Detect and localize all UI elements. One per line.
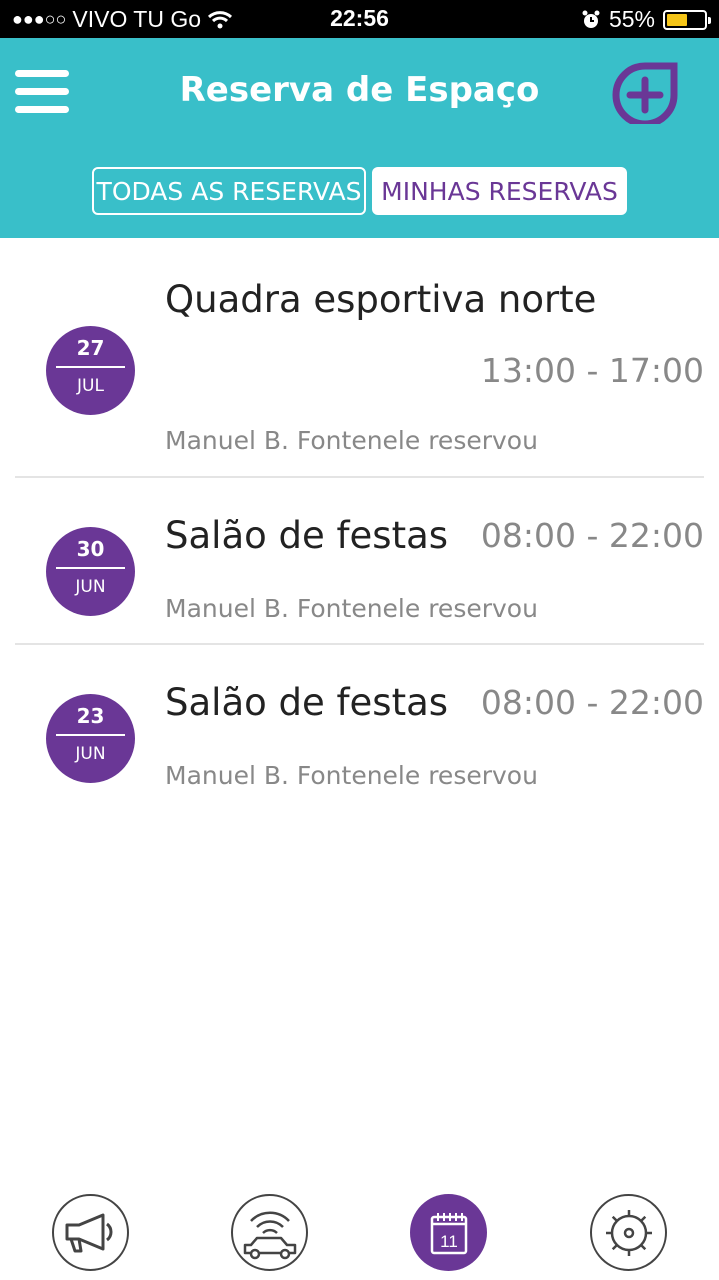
time-range: 13:00 - 17:00 — [480, 351, 704, 390]
car-remote-icon — [243, 1211, 296, 1259]
date-badge: 27 JUL — [46, 326, 135, 415]
space-name: Quadra esportiva norte — [165, 278, 597, 321]
add-circle-icon[interactable] — [612, 62, 678, 124]
date-day: 30 — [76, 537, 105, 561]
reservation-list: 27 JUL Quadra esportiva norte 13:00 - 17… — [0, 238, 719, 812]
reservation-item[interactable]: 23 JUN Salão de festas 08:00 - 22:00 Man… — [15, 645, 704, 812]
battery-level — [667, 13, 687, 26]
tab-all-reservations[interactable]: TODAS AS RESERVAS — [92, 167, 366, 215]
status-bar: ●●●○○ VIVO TU Go 22:56 55% — [0, 0, 719, 38]
app-header: Reserva de Espaço TODAS AS RESERVAS MINH… — [0, 38, 719, 238]
date-day: 23 — [76, 704, 105, 728]
tab-settings[interactable] — [590, 1194, 667, 1271]
reserved-by: Manuel B. Fontenele reservou — [165, 761, 538, 790]
space-name: Salão de festas — [165, 514, 449, 557]
battery-icon — [663, 9, 711, 30]
tab-gate-remote[interactable] — [231, 1194, 308, 1271]
bottom-tab-bar: 11 — [0, 1185, 719, 1280]
space-name: Salão de festas — [165, 681, 449, 724]
calendar-day-label: 11 — [440, 1232, 458, 1251]
date-divider — [56, 567, 125, 569]
date-month: JUN — [75, 744, 106, 764]
date-badge: 23 JUN — [46, 694, 135, 783]
megaphone-icon — [65, 1213, 112, 1252]
date-month: JUN — [75, 577, 106, 597]
date-divider — [56, 734, 125, 736]
battery-percent: 55% — [608, 6, 655, 32]
date-divider — [56, 366, 125, 368]
tab-my-reservations[interactable]: MINHAS RESERVAS — [372, 167, 627, 215]
date-month: JUL — [77, 376, 104, 396]
alarm-icon — [582, 10, 600, 28]
reservation-item[interactable]: 27 JUL Quadra esportiva norte 13:00 - 17… — [15, 238, 704, 478]
tab-announcements[interactable] — [52, 1194, 129, 1271]
date-badge: 30 JUN — [46, 527, 135, 616]
status-right: 55% — [581, 6, 711, 33]
reserved-by: Manuel B. Fontenele reservou — [165, 426, 538, 455]
time-range: 08:00 - 22:00 — [480, 683, 704, 722]
tab-space-reservation[interactable]: 11 — [410, 1194, 487, 1271]
reserved-by: Manuel B. Fontenele reservou — [165, 594, 538, 623]
calendar-icon: 11 — [430, 1212, 467, 1254]
time-range: 08:00 - 22:00 — [480, 516, 704, 555]
date-day: 27 — [76, 336, 105, 360]
gear-icon — [605, 1209, 652, 1256]
reservation-item[interactable]: 30 JUN Salão de festas 08:00 - 22:00 Man… — [15, 478, 704, 645]
